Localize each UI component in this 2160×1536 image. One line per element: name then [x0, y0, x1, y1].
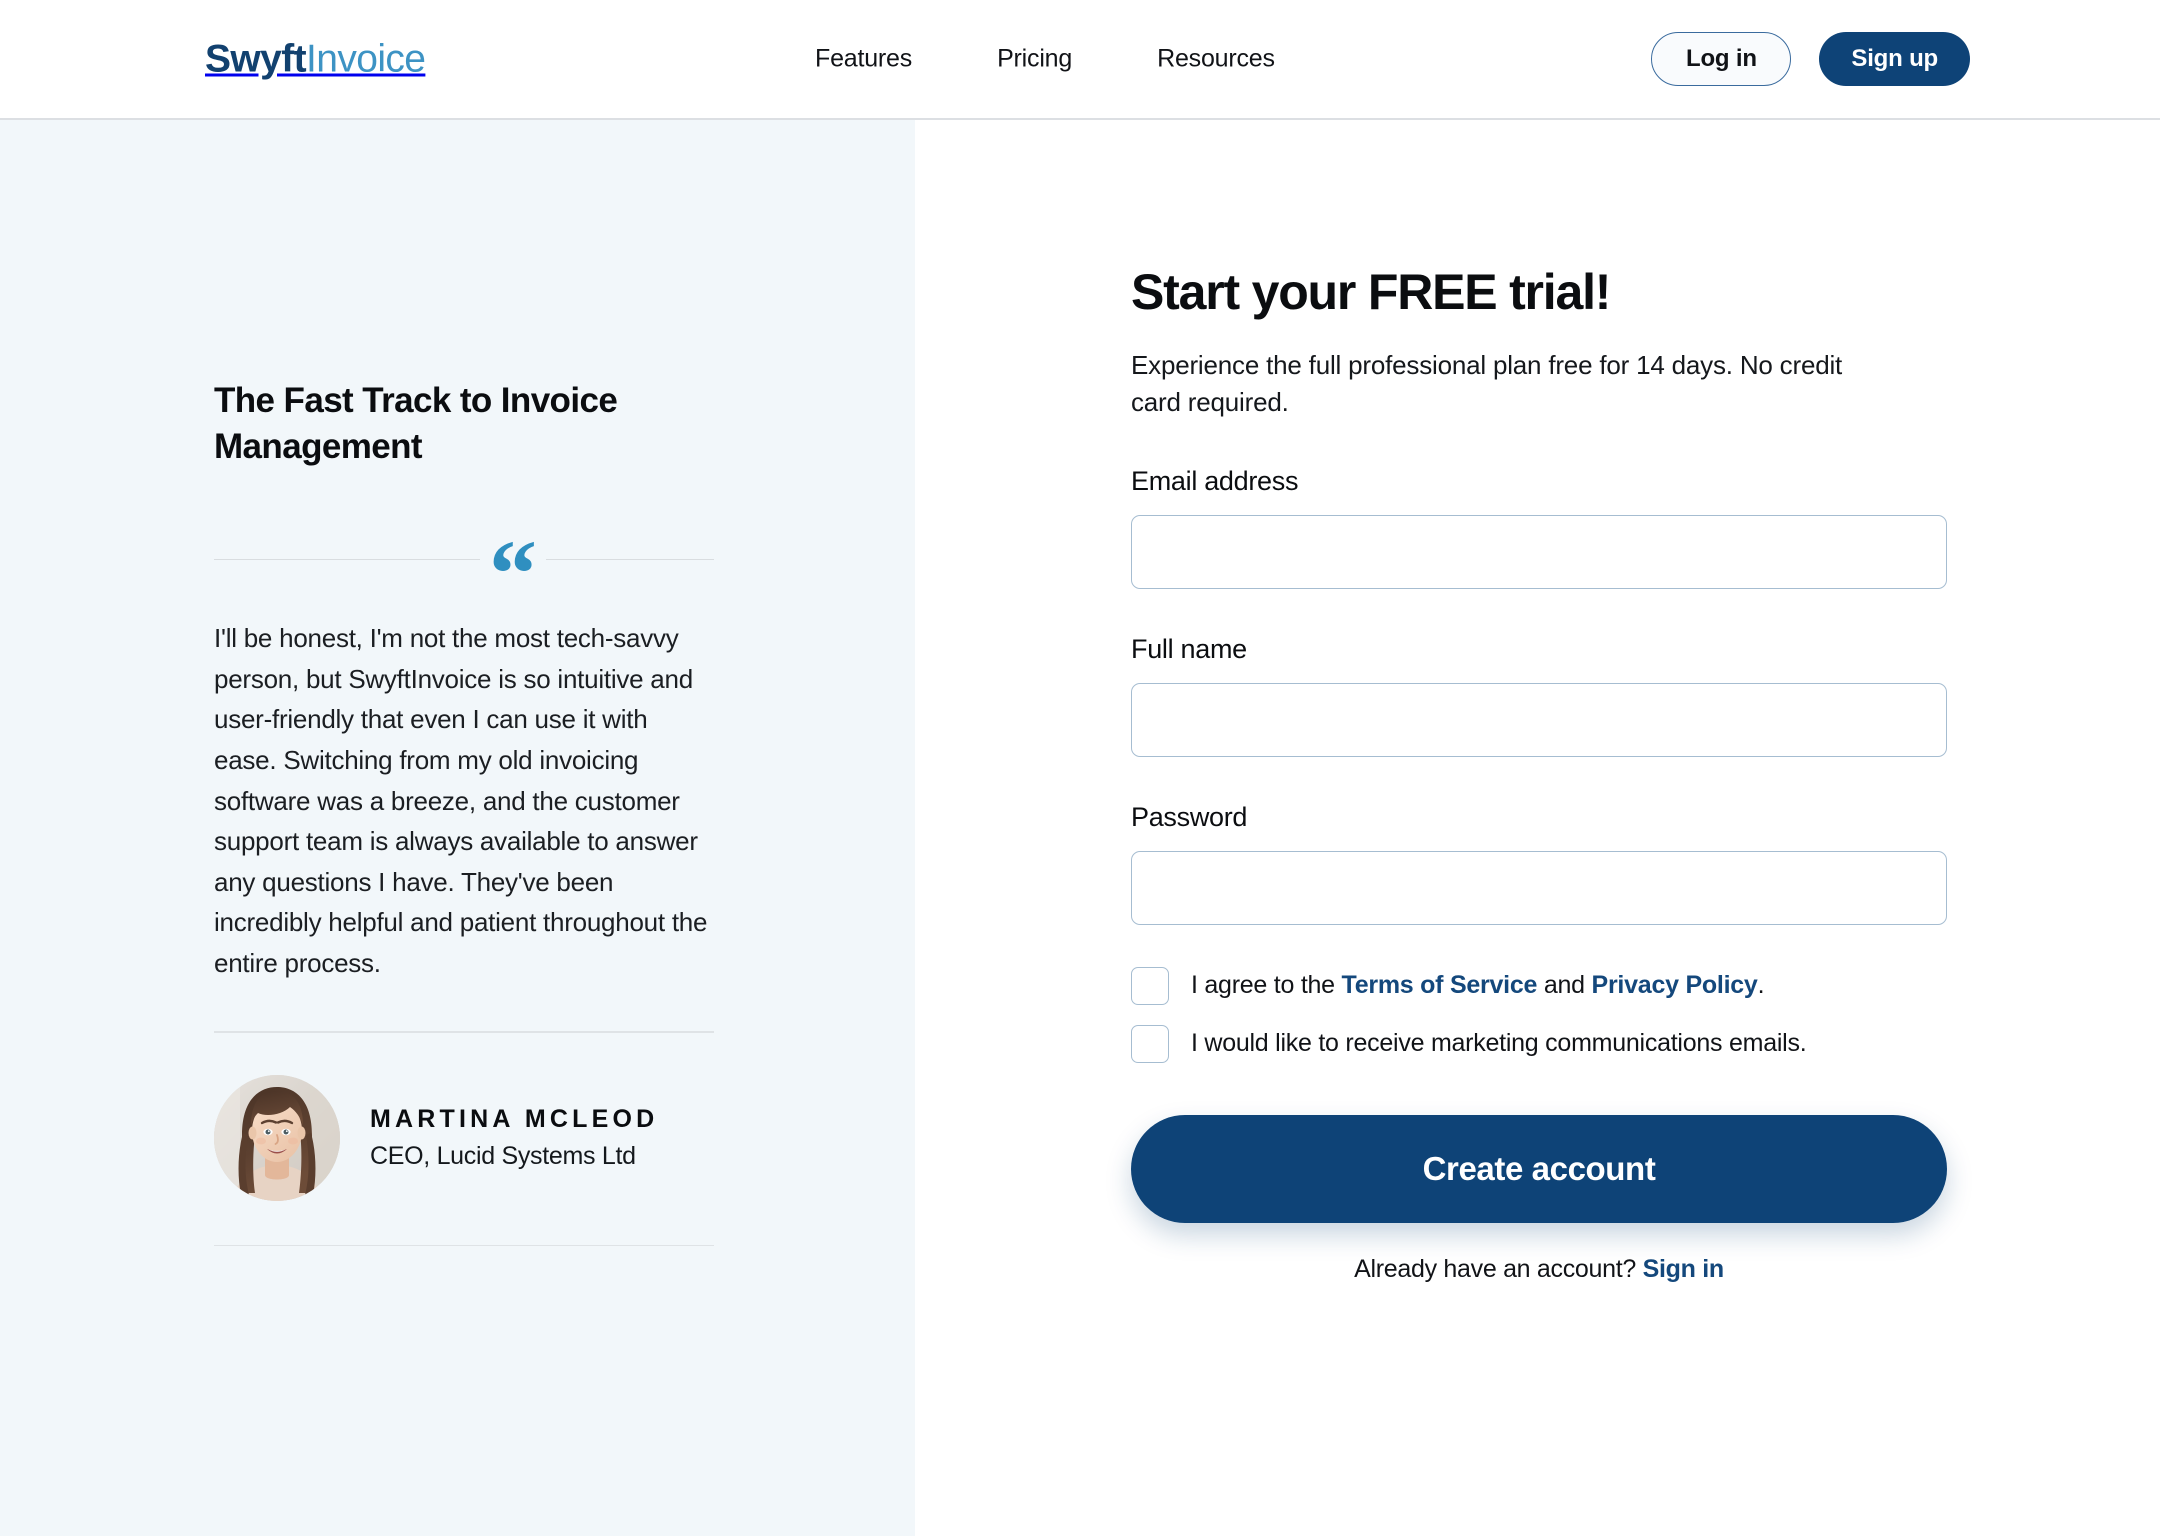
author-divider-top [214, 1031, 714, 1033]
terms-prefix: I agree to the [1191, 971, 1342, 1000]
consent-marketing-row: I would like to receive marketing commun… [1131, 1024, 1947, 1063]
author-divider-bottom [214, 1244, 714, 1247]
signup-form: Start your FREE trial! Experience the fu… [1131, 265, 1947, 1284]
main-content: The Fast Track to Invoice Management “ I… [0, 120, 2160, 1536]
header-actions: Log in Sign up [1651, 32, 1970, 86]
avatar [214, 1074, 340, 1201]
quote-divider-line-right [546, 558, 714, 561]
testimonial-heading: The Fast Track to Invoice Management [214, 381, 618, 467]
testimonial-panel: The Fast Track to Invoice Management “ I… [0, 120, 915, 1536]
email-field[interactable] [1131, 514, 1947, 589]
field-password: Password [1131, 802, 1947, 925]
author-role: CEO, Lucid Systems Ltd [370, 1141, 636, 1170]
brand-logo[interactable]: SwyftInvoice [205, 37, 426, 81]
terms-consent-text: I agree to the Terms of Service and Priv… [1191, 970, 1765, 1001]
full-name-field[interactable] [1131, 682, 1947, 757]
nav-item-resources[interactable]: Resources [1157, 45, 1275, 74]
field-fullname: Full name [1131, 634, 1947, 757]
full-name-label: Full name [1131, 633, 1247, 664]
password-label: Password [1131, 801, 1248, 832]
field-email: Email address [1131, 466, 1947, 589]
page-title: Start your FREE trial! [1131, 264, 1611, 320]
create-account-button[interactable]: Create account [1131, 1114, 1947, 1223]
terms-checkbox[interactable] [1131, 966, 1169, 1005]
quote-mark-icon: “ [489, 519, 537, 627]
testimonial-author: MARTINA MCLEOD CEO, Lucid Systems Ltd [214, 1074, 714, 1201]
signin-prompt-text: Already have an account? [1354, 1254, 1643, 1283]
consent-terms-row: I agree to the Terms of Service and Priv… [1131, 966, 1947, 1005]
consent-group: I agree to the Terms of Service and Priv… [1131, 966, 1947, 1063]
email-label: Email address [1131, 465, 1299, 496]
quote-divider-line-left [214, 558, 480, 561]
signin-prompt: Already have an account? Sign in [1131, 1255, 1947, 1284]
log-in-button[interactable]: Log in [1651, 32, 1792, 86]
terms-of-service-link[interactable]: Terms of Service [1342, 971, 1538, 999]
marketing-checkbox[interactable] [1131, 1024, 1169, 1063]
quote-divider: “ [214, 519, 714, 627]
password-field[interactable] [1131, 850, 1947, 925]
main-navigation: Features Pricing Resources [815, 45, 1275, 74]
brand-logo-primary: Swyft [205, 37, 307, 81]
testimonial-card: The Fast Track to Invoice Management “ I… [214, 378, 714, 1247]
nav-item-pricing[interactable]: Pricing [997, 45, 1072, 74]
site-header: SwyftInvoice Features Pricing Resources … [0, 0, 2160, 120]
page-subtitle: Experience the full professional plan fr… [1131, 350, 1843, 417]
marketing-consent-text: I would like to receive marketing commun… [1191, 1029, 1807, 1058]
sign-up-button[interactable]: Sign up [1819, 32, 1970, 86]
terms-middle: and [1537, 971, 1592, 1000]
brand-logo-secondary: Invoice [306, 37, 426, 81]
signup-panel: Start your FREE trial! Experience the fu… [915, 120, 2160, 1536]
nav-item-features[interactable]: Features [815, 45, 912, 74]
terms-suffix: . [1757, 971, 1765, 1000]
sign-in-link[interactable]: Sign in [1643, 1255, 1725, 1283]
testimonial-quote-text: I'll be honest, I'm not the most tech-sa… [214, 623, 708, 978]
privacy-policy-link[interactable]: Privacy Policy [1592, 971, 1758, 999]
author-name: MARTINA MCLEOD [370, 1104, 659, 1133]
author-meta: MARTINA MCLEOD CEO, Lucid Systems Ltd [370, 1105, 658, 1171]
